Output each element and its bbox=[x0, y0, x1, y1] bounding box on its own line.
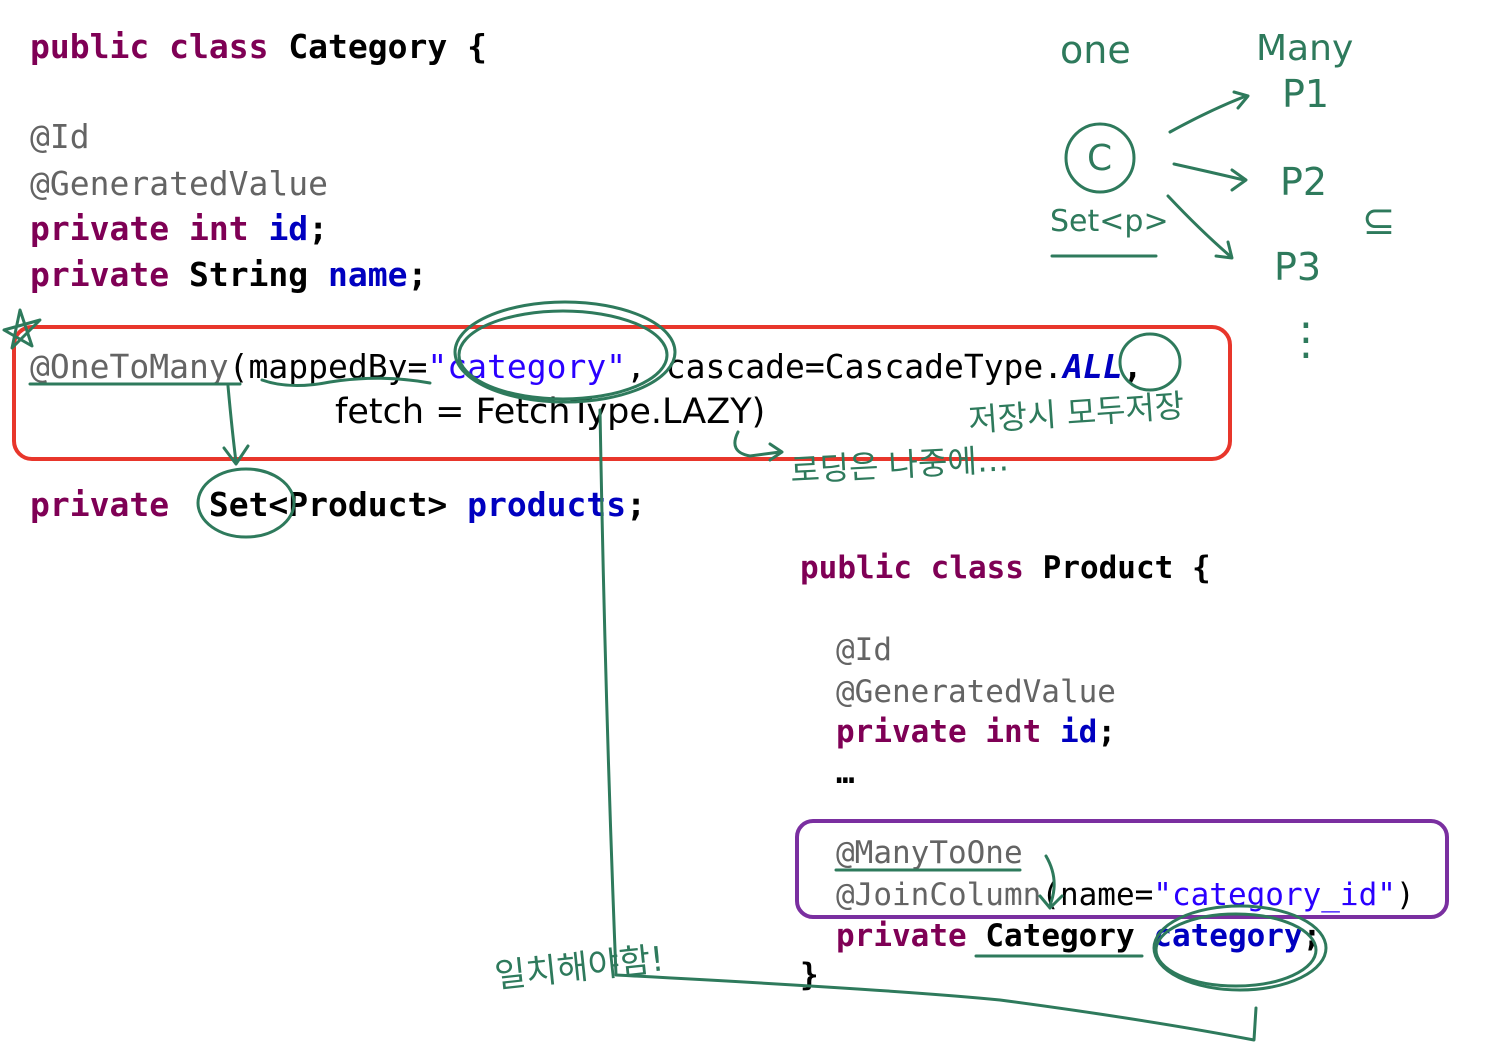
label-p3: P3 bbox=[1274, 245, 1322, 289]
label-c: C bbox=[1087, 138, 1113, 179]
label-p1: P1 bbox=[1282, 72, 1330, 116]
label-p2: P2 bbox=[1280, 160, 1328, 204]
arrow-onetomany-to-set bbox=[226, 384, 238, 464]
label-set-p: Set<p> bbox=[1050, 204, 1169, 239]
handwriting-overlay bbox=[2, 90, 1449, 1042]
circle-set bbox=[196, 467, 296, 539]
label-one: one bbox=[1060, 28, 1131, 72]
label-dots: ⋮ bbox=[1284, 314, 1328, 365]
arrow-manytoone bbox=[1044, 854, 1056, 907]
label-subset: ⊆ bbox=[1362, 198, 1396, 244]
label-many: Many bbox=[1256, 28, 1354, 69]
